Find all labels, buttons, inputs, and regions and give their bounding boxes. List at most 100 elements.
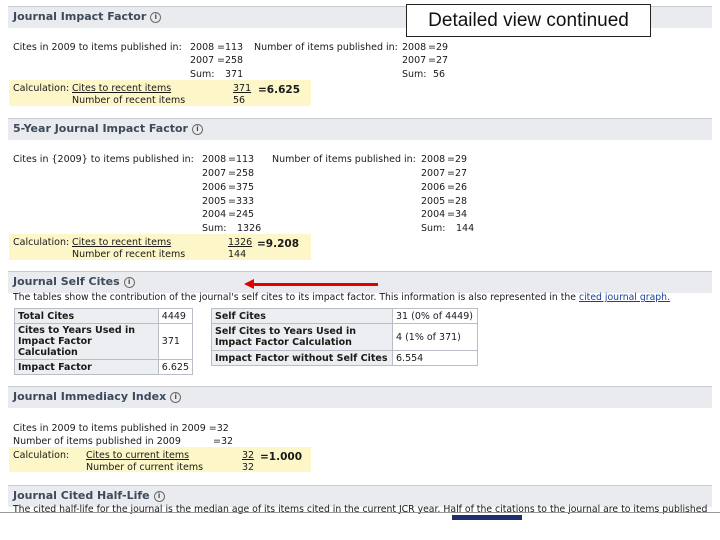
immediacy-calc-top: Cites to current items (86, 450, 190, 461)
fy-item-year: 2008 (421, 154, 446, 165)
jif-item-val: =27 (428, 55, 449, 66)
jif-cite-sum-label: Sum: (190, 69, 215, 80)
fy-cite-val: =375 (228, 182, 255, 193)
fy-calc-bottom-val: 144 (228, 249, 247, 260)
self-cites-to-years-label: Self Cites to Years Used in Impact Facto… (211, 323, 393, 351)
fy-item-year: 2004 (421, 209, 446, 220)
if-without-self-cites-label: Impact Factor without Self Cites (211, 350, 393, 366)
jif-item-year: 2007 (402, 55, 427, 66)
jif-cite-val: =113 (217, 42, 244, 53)
jif-cites-label: Cites in 2009 to items published in: (13, 42, 182, 53)
fy-item-val: =34 (447, 209, 468, 220)
fy-header: 5-Year Journal Impact Factor i (8, 118, 712, 140)
jif-result: =6.625 (258, 84, 301, 96)
fy-calc-top: Cites to recent items (72, 237, 172, 248)
fy-item-val: =27 (447, 168, 468, 179)
fy-cite-val: =333 (228, 196, 255, 207)
impact-factor-label: Impact Factor (14, 359, 159, 375)
jif-cite-val: =258 (217, 55, 244, 66)
jif-title: Journal Impact Factor i (13, 10, 162, 23)
selfcites-header: Journal Self Cites i (8, 271, 712, 293)
cited-journal-graph-link[interactable]: cited journal graph. (579, 292, 670, 303)
fy-cite-year: 2008 (202, 154, 227, 165)
table-row: Self Cites to Years Used in Impact Facto… (211, 323, 478, 351)
fy-item-year: 2006 (421, 182, 446, 193)
info-icon[interactable]: i (150, 12, 162, 23)
fy-cite-val: =245 (228, 209, 255, 220)
fy-cite-year: 2006 (202, 182, 227, 193)
jif-cite-year: 2008 (190, 42, 215, 53)
immediacy-title: Journal Immediacy Index i (13, 390, 182, 403)
jif-item-sum: 56 (433, 69, 446, 80)
fy-result: =9.208 (257, 238, 300, 250)
red-arrow-left (252, 283, 378, 286)
fy-cite-year: 2004 (202, 209, 227, 220)
self-cites-left-table: Total Cites 4449 Cites to Years Used in … (14, 308, 194, 375)
table-row: Impact Factor 6.625 (14, 359, 194, 375)
info-icon[interactable]: i (153, 491, 165, 502)
jif-item-sum-label: Sum: (402, 69, 427, 80)
immediacy-calc-label: Calculation: (13, 450, 70, 461)
info-icon[interactable]: i (170, 392, 182, 403)
fy-item-val: =29 (447, 154, 468, 165)
immediacy-line2-label: Number of items published in 2009 (13, 436, 181, 447)
immediacy-calc-bottom-val: 32 (242, 462, 255, 473)
jif-cite-year: 2007 (190, 55, 215, 66)
fy-calc-label: Calculation: (13, 237, 70, 248)
jif-calc-bottom: Number of recent items (72, 95, 186, 106)
table-row: Impact Factor without Self Cites 6.554 (211, 350, 478, 366)
impact-factor-value: 6.625 (157, 359, 194, 375)
self-cites-right-table: Self Cites 31 (0% of 4449) Self Cites to… (211, 308, 478, 366)
fy-cite-year: 2007 (202, 168, 227, 179)
jif-cite-sum: 371 (225, 69, 244, 80)
page-cut-divider (0, 512, 720, 513)
total-cites-label: Total Cites (14, 308, 159, 324)
immediacy-line2-val: =32 (213, 436, 234, 447)
fy-cite-year: 2005 (202, 196, 227, 207)
jif-item-val: =29 (428, 42, 449, 53)
fy-item-sum: 144 (456, 223, 475, 234)
immediacy-result: =1.000 (260, 451, 303, 463)
halflife-title: Journal Cited Half-Life i (13, 489, 165, 502)
jif-items-label: Number of items published in: (254, 42, 398, 53)
fy-calc-top-val: 1326 (228, 237, 253, 248)
selfcites-description: The tables show the contribution of the … (13, 292, 671, 303)
jif-calc-bottom-val: 56 (233, 95, 246, 106)
red-arrow-left-icon (244, 279, 254, 289)
selfcites-title: Journal Self Cites i (13, 275, 135, 288)
jif-calc-top: Cites to recent items (72, 83, 172, 94)
table-row: Self Cites 31 (0% of 4449) (211, 308, 478, 324)
table-row: Cites to Years Used in Impact Factor Cal… (14, 323, 194, 360)
fy-items-label: Number of items published in: (272, 154, 416, 165)
cites-to-years-label: Cites to Years Used in Impact Factor Cal… (14, 323, 159, 360)
halflife-description: The cited half-life for the journal is t… (13, 504, 708, 515)
info-icon[interactable]: i (191, 124, 203, 135)
fy-item-year: 2005 (421, 196, 446, 207)
slide-caption: Detailed view continued (406, 4, 651, 37)
jif-item-year: 2008 (402, 42, 427, 53)
jif-calc-top-val: 371 (233, 83, 252, 94)
fy-cite-sum: 1326 (237, 223, 262, 234)
info-icon[interactable]: i (123, 277, 135, 288)
fy-item-sum-label: Sum: (421, 223, 446, 234)
fy-item-val: =28 (447, 196, 468, 207)
immediacy-calc-top-val: 32 (242, 450, 255, 461)
self-cites-value: 31 (0% of 4449) (392, 308, 478, 324)
cites-to-years-value: 371 (157, 323, 194, 360)
total-cites-value: 4449 (157, 308, 194, 324)
scroll-indicator (452, 515, 522, 520)
fy-cites-label: Cites in {2009} to items published in: (13, 154, 194, 165)
jif-calc-label: Calculation: (13, 83, 70, 94)
self-cites-to-years-value: 4 (1% of 371) (392, 323, 478, 351)
immediacy-line1: Cites in 2009 to items published in 2009… (13, 423, 229, 434)
fy-item-val: =26 (447, 182, 468, 193)
fy-calc-bottom: Number of recent items (72, 249, 186, 260)
table-row: Total Cites 4449 (14, 308, 194, 324)
immediacy-calc-bottom: Number of current items (86, 462, 204, 473)
if-without-self-cites-value: 6.554 (392, 350, 478, 366)
immediacy-header: Journal Immediacy Index i (8, 386, 712, 408)
fy-cite-val: =258 (228, 168, 255, 179)
fy-title: 5-Year Journal Impact Factor i (13, 122, 203, 135)
fy-item-year: 2007 (421, 168, 446, 179)
fy-cite-val: =113 (228, 154, 255, 165)
